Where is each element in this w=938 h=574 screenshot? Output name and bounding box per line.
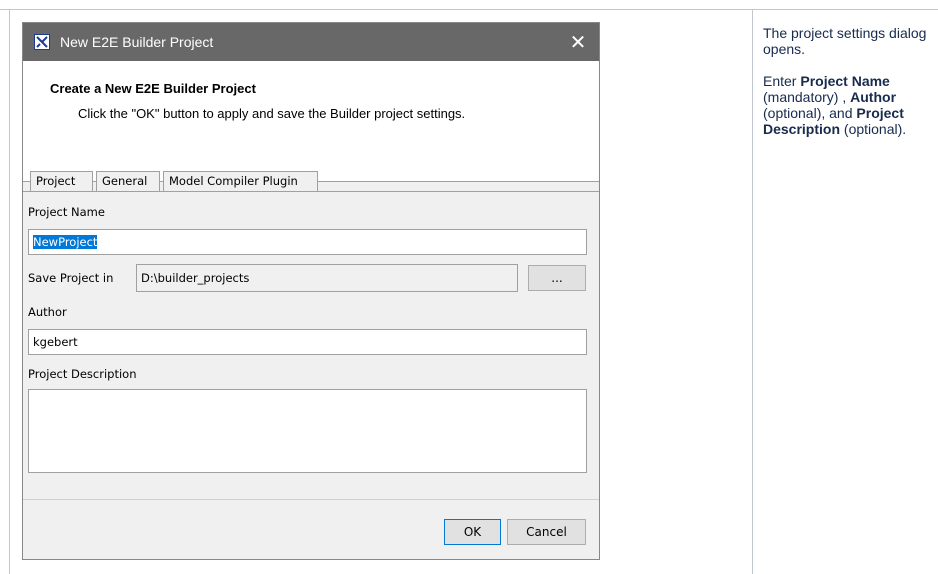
save-project-in-label: Save Project in: [28, 271, 114, 285]
tab-project[interactable]: Project: [30, 171, 93, 192]
note-project-name: Project Name: [800, 73, 890, 89]
dialog-header: Create a New E2E Builder Project Click t…: [23, 61, 599, 182]
instruction-note: The project settings dialog opens. Enter…: [763, 25, 935, 153]
dialog-titlebar[interactable]: New E2E Builder Project ✕: [23, 23, 599, 61]
project-name-value: NewProject: [33, 235, 98, 249]
table-column-divider: [752, 9, 753, 574]
e2e-builder-icon: [34, 34, 50, 50]
project-name-field[interactable]: NewProject: [28, 229, 587, 255]
project-description-field[interactable]: [28, 389, 587, 473]
project-tab-panel: Project Name NewProject Save Project in …: [23, 191, 599, 493]
cancel-button[interactable]: Cancel: [507, 519, 586, 545]
footer-divider: [23, 499, 599, 500]
note-intro: The project settings dialog opens.: [763, 25, 927, 57]
note-text: (optional).: [840, 121, 907, 137]
ok-button[interactable]: OK: [444, 519, 501, 545]
dialog-title: New E2E Builder Project: [60, 34, 214, 50]
tab-general[interactable]: General: [96, 171, 160, 191]
note-author: Author: [850, 89, 897, 105]
table-top-border: [0, 9, 938, 10]
header-title: Create a New E2E Builder Project: [50, 81, 256, 96]
table-left-border: [9, 9, 10, 574]
close-icon[interactable]: ✕: [563, 27, 593, 57]
project-name-label: Project Name: [28, 205, 105, 219]
note-text: (mandatory) ,: [763, 89, 851, 105]
tab-model-compiler-plugin[interactable]: Model Compiler Plugin: [163, 171, 318, 191]
author-label: Author: [28, 305, 67, 319]
save-project-in-field[interactable]: D:\builder_projects: [136, 264, 518, 292]
new-project-dialog: New E2E Builder Project ✕ Create a New E…: [22, 22, 600, 560]
author-field[interactable]: kgebert: [28, 329, 587, 355]
note-text: Enter: [763, 73, 801, 89]
note-text: (optional), and: [763, 105, 857, 121]
header-description: Click the "OK" button to apply and save …: [78, 106, 466, 121]
browse-button[interactable]: ...: [528, 265, 586, 291]
project-description-label: Project Description: [28, 367, 137, 381]
note-instructions: Enter Project Name (mandatory) , Author …: [763, 73, 935, 137]
